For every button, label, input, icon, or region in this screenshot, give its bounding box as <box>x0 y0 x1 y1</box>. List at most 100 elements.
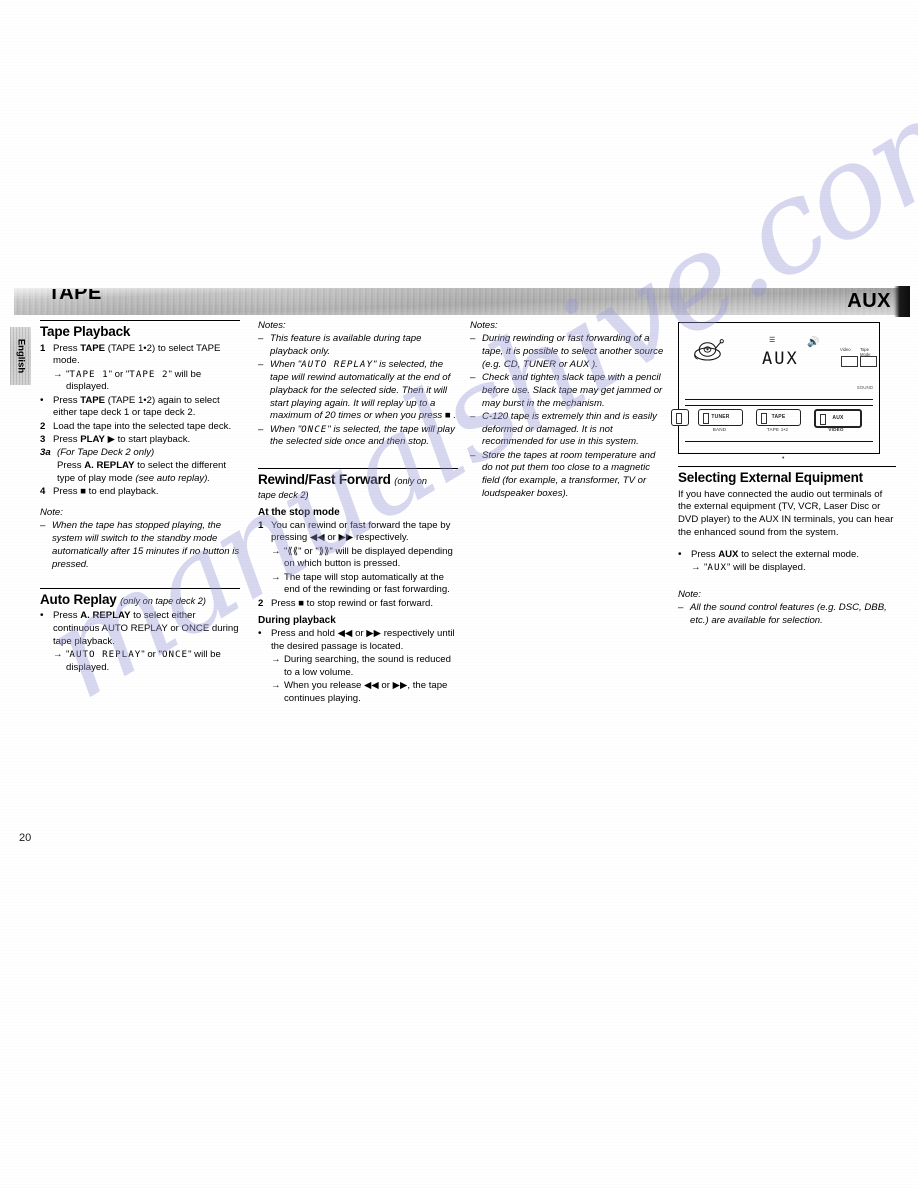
cmd-play: PLAY <box>80 433 105 445</box>
heading-selecting-external-equipment: Selecting External Equipment <box>678 470 863 485</box>
section-header-band <box>14 286 910 317</box>
step-3a-body: Press A. REPLAY to select the different … <box>40 460 240 486</box>
lcd-panel-area: ☰ AUX 🔊 Video Tape Mode SOUND <box>679 323 879 401</box>
note-item: – When the tape has stopped playing, the… <box>40 520 240 571</box>
source-button-label: TAPE <box>771 413 786 420</box>
note-text: C-120 tape is extremely thin and is easi… <box>482 410 657 448</box>
step-text: Load the tape into the selected tape dec… <box>53 420 232 432</box>
lcd-source-text: AUX <box>762 349 799 369</box>
cmd-a-replay: A. REPLAY <box>84 460 135 472</box>
note-item: – C-120 tape is extremely thin and is ea… <box>470 411 665 449</box>
source-button-aux[interactable]: AUX <box>814 409 862 428</box>
step-text: Press PLAY ▶ to start playback. <box>53 433 191 445</box>
disc-player-icon <box>694 339 724 361</box>
led-indicator <box>676 412 682 424</box>
cmd-a-replay: A. REPLAY <box>80 610 131 622</box>
step-3a-title: 3a (For Tape Deck 2 only) <box>40 447 240 460</box>
playback-result: → When you release ◀◀ or ▶▶, the tape co… <box>258 680 458 706</box>
source-button-tuner[interactable]: TUNER <box>698 409 743 426</box>
source-button-sublabel-tape12: TAPE 1•2 <box>766 427 789 432</box>
step-1: 1 You can rewind or fast forward the tap… <box>258 520 458 546</box>
source-button-label: TUNER <box>711 413 730 420</box>
bullet-icon: • <box>40 610 44 622</box>
note-item: – Store the tapes at room temperature an… <box>470 450 665 501</box>
notes-label: Notes: <box>470 320 498 331</box>
note-text: When "AUTO REPLAY" is selected, the tape… <box>270 359 457 422</box>
panel-divider-1 <box>685 399 873 400</box>
mode-indicator-box-2 <box>860 356 877 367</box>
lcd-text-once: ONCE <box>301 423 328 435</box>
dash-icon: – <box>470 410 476 422</box>
source-button-partial[interactable] <box>671 409 689 426</box>
dash-icon: – <box>258 423 264 435</box>
bullet-text: Press TAPE (TAPE 1•2) again to select ei… <box>53 394 220 419</box>
step-marker: 1 <box>258 519 264 531</box>
source-button-sublabel-band: BAND <box>712 427 727 432</box>
mode-indicator-box-1 <box>841 356 858 367</box>
column-notes-and-rewind: Notes: – This feature is available durin… <box>258 320 458 706</box>
aux-bullet: • Press AUX to select the external mode. <box>678 549 896 562</box>
rule-above-tape-playback <box>40 320 240 321</box>
lcd-text-once: ONCE <box>161 649 189 661</box>
source-button-row: TUNER BAND TAPE TAPE 1•2 AUX VIDEO <box>671 409 879 439</box>
auto-replay-result: → "AUTO REPLAY" or "ONCE" will be displa… <box>40 649 240 675</box>
result-text: "AUTO REPLAY" or "ONCE" will be displaye… <box>66 649 221 673</box>
result-text: During searching, the sound is reduced t… <box>284 654 451 679</box>
header-title-tape: TAPE <box>48 282 102 304</box>
arrow-icon: → <box>691 561 701 573</box>
language-tab-english: English <box>10 327 31 385</box>
step-marker: 3a <box>40 447 51 459</box>
figure-tick-mark: • <box>782 455 785 462</box>
heading-auto-replay: Auto Replay (only on tape deck 2) <box>40 591 206 607</box>
bullet-select-deck: • Press TAPE (TAPE 1•2) again to select … <box>40 395 240 421</box>
step-2: 2 Load the tape into the selected tape d… <box>40 421 240 434</box>
note-item: – When "AUTO REPLAY" is selected, the ta… <box>258 359 458 423</box>
step-marker: 1 <box>40 342 46 354</box>
dash-icon: – <box>470 333 476 345</box>
arrow-icon: → <box>53 368 63 380</box>
step-marker: 3 <box>40 433 46 445</box>
lcd-text-tape2: TAPE 2 <box>129 368 169 380</box>
step-4: 4 Press ■ to end playback. <box>40 486 240 499</box>
bullet-icon: • <box>678 548 682 560</box>
step-result-text: "TAPE 1" or "TAPE 2" will be displayed. <box>66 368 202 393</box>
arrow-icon: → <box>271 654 281 666</box>
step-1: 1 Press TAPE (TAPE 1•2) to select TAPE m… <box>40 343 240 369</box>
paragraph-external-equipment: If you have connected the audio out term… <box>678 488 894 538</box>
cmd-aux: AUX <box>718 548 739 560</box>
result-text: When you release ◀◀ or ▶▶, the tape cont… <box>284 680 448 705</box>
arrow-icon: → <box>271 680 281 692</box>
note-text: During rewinding or fast forwarding of a… <box>482 333 664 370</box>
bullet-text: Press AUX to select the external mode. <box>691 548 859 560</box>
sound-label: SOUND <box>856 385 873 390</box>
playback-result: → During searching, the sound is reduced… <box>258 654 458 680</box>
dash-icon: – <box>470 449 476 461</box>
note-item: – During rewinding or fast forwarding of… <box>470 333 665 371</box>
heading-auto-replay-sub: (only on tape deck 2) <box>120 595 206 606</box>
note-text: Check and tighten slack tape with a penc… <box>482 372 663 409</box>
aux-result: → "AUX" will be displayed. <box>678 562 896 575</box>
aux-display-illustration: ☰ AUX 🔊 Video Tape Mode SOUND TUNER BAND… <box>671 322 880 454</box>
note-item: – This feature is available during tape … <box>258 333 458 359</box>
subheading-at-stop-mode: At the stop mode <box>258 506 340 518</box>
column-tape-care-notes: Notes: – During rewinding or fast forwar… <box>470 320 665 501</box>
notes-label: Notes: <box>258 320 286 331</box>
rule-above-rewind <box>258 467 458 469</box>
volume-bars-icon: 🔊 <box>807 337 820 348</box>
column-tape-playback: Tape Playback 1 Press TAPE (TAPE 1•2) to… <box>40 320 240 675</box>
source-button-tape[interactable]: TAPE <box>756 409 801 426</box>
note-item: – Check and tighten slack tape with a pe… <box>470 372 665 410</box>
dash-icon: – <box>40 520 46 532</box>
arrow-icon: → <box>271 545 281 557</box>
dash-icon: – <box>258 333 264 345</box>
bullet-icon: • <box>258 628 262 640</box>
note-text: This feature is available during tape pl… <box>270 333 422 357</box>
mute-indicator-icon: ☰ <box>769 337 776 344</box>
manual-page: manualshive.com TAPE AUX English 20 Tape… <box>0 0 918 1188</box>
step-marker: 4 <box>40 486 46 498</box>
bullet-text: Press and hold ◀◀ or ▶▶ respectively unt… <box>271 628 455 653</box>
dash-icon: – <box>470 372 476 383</box>
rule-above-selecting-external <box>678 466 896 467</box>
result-text: The tape will stop automatically at the … <box>284 571 450 596</box>
heading-rewind-sub: (only on <box>394 475 427 486</box>
